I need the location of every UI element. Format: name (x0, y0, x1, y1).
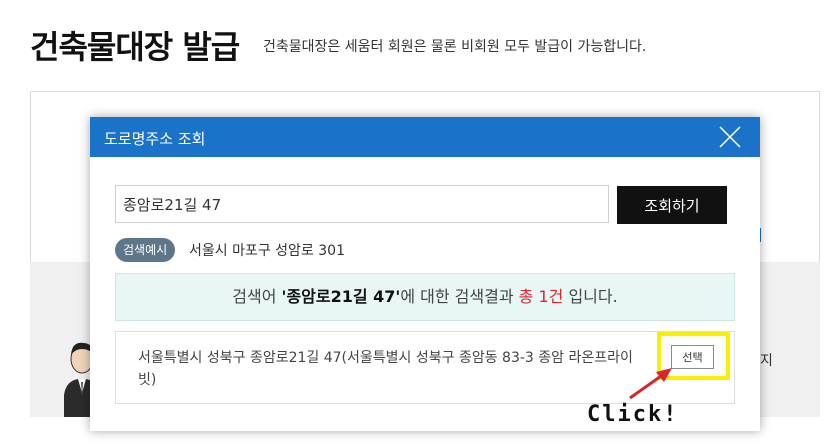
modal-title: 도로명주소 조회 (104, 130, 206, 148)
result-summary: 검색어 '종암로21길 47'에 대한 검색결과 총 1건 입니다. (115, 273, 735, 321)
summary-keyword: '종암로21길 47' (281, 287, 401, 306)
modal-header: 도로명주소 조회 (90, 117, 760, 157)
example-badge: 검색예시 (115, 238, 176, 262)
page-title: 건축물대장 발급 (30, 28, 240, 66)
close-icon[interactable] (718, 125, 742, 149)
background-side-text: 지 (760, 353, 773, 369)
summary-suffix: 입니다. (563, 287, 618, 306)
example-text: 서울시 마포구 성암로 301 (189, 243, 345, 259)
page-subtitle: 건축물대장은 세움터 회원은 물론 비회원 모두 발급이 가능합니다. (263, 39, 647, 55)
search-input[interactable] (115, 185, 609, 223)
summary-prefix: 검색어 (232, 287, 282, 306)
result-address: 서울특별시 성북구 종암로21길 47(서울특별시 성북구 종암동 83-3 종… (138, 350, 633, 388)
search-button[interactable]: 조회하기 (617, 186, 727, 224)
summary-middle: 에 대한 검색결과 (400, 287, 519, 306)
click-label: Click! (587, 402, 679, 427)
summary-count: 총 1건 (518, 287, 564, 306)
